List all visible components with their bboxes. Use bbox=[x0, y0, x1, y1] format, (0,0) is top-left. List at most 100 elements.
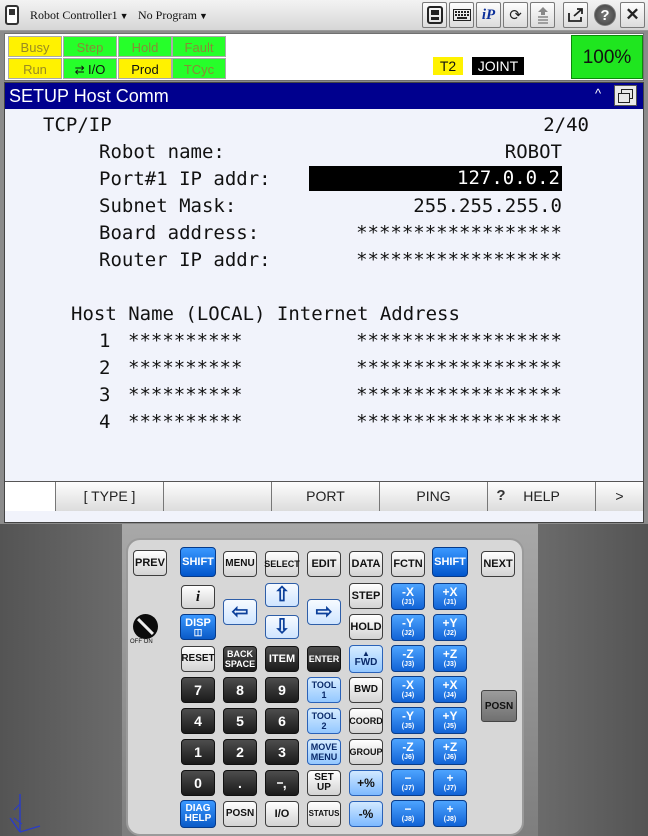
jog-plus-x-j1-key[interactable]: +X (J1) bbox=[433, 583, 467, 610]
host-addr-field[interactable]: ****************** bbox=[309, 330, 562, 352]
speed-up-key[interactable]: +% bbox=[349, 770, 383, 796]
enter-key[interactable]: ENTER bbox=[307, 646, 341, 672]
controller-selector[interactable]: Robot Controller1 ▼ bbox=[30, 8, 129, 23]
key-8[interactable]: 8 bbox=[223, 677, 257, 703]
fkey-port[interactable]: PORT bbox=[271, 482, 379, 511]
key-0[interactable]: 0 bbox=[181, 770, 215, 796]
key-7[interactable]: 7 bbox=[181, 677, 215, 703]
key-3[interactable]: 3 bbox=[265, 739, 299, 765]
item-key[interactable]: ITEM bbox=[265, 646, 299, 672]
caret-up-icon[interactable]: ^ bbox=[595, 86, 601, 101]
jog-plus-y-j2-key[interactable]: +Y (J2) bbox=[433, 614, 467, 641]
fkey-f2[interactable] bbox=[163, 482, 271, 511]
jog-minus-j7-key[interactable]: − (J7) bbox=[391, 769, 425, 796]
tool2-key[interactable]: TOOL 2 bbox=[307, 708, 341, 734]
window-maximize-icon[interactable] bbox=[614, 85, 637, 106]
fwd-key[interactable]: ▲ FWD bbox=[349, 645, 383, 673]
board-address-field[interactable]: ****************** bbox=[309, 222, 562, 244]
disp-key[interactable]: DISP ◫ bbox=[180, 614, 216, 640]
jog-plus-j8-key[interactable]: + (J8) bbox=[433, 800, 467, 827]
keyboard-button[interactable] bbox=[449, 2, 474, 28]
shift-key-left[interactable]: SHIFT bbox=[180, 547, 216, 577]
fkey-ping[interactable]: PING bbox=[379, 482, 487, 511]
close-button[interactable]: ✕ bbox=[620, 2, 645, 28]
key-4[interactable]: 4 bbox=[181, 708, 215, 734]
step-key[interactable]: STEP bbox=[349, 583, 383, 609]
key-dot[interactable]: . bbox=[223, 770, 257, 796]
data-key[interactable]: DATA bbox=[349, 551, 383, 577]
jog-minus-z-j3-key[interactable]: -Z (J3) bbox=[391, 645, 425, 672]
port1-ip-field[interactable]: 127.0.0.2 bbox=[309, 166, 562, 191]
export-button[interactable] bbox=[563, 2, 588, 28]
jog-plus-rx-j4-key[interactable]: +X (J4) bbox=[433, 676, 467, 703]
info-key[interactable]: i bbox=[181, 585, 215, 609]
setup-key[interactable]: SET UP bbox=[307, 770, 341, 796]
tool1-key[interactable]: TOOL 1 bbox=[307, 677, 341, 703]
program-selector[interactable]: No Program ▼ bbox=[138, 8, 208, 23]
fctn-key[interactable]: FCTN bbox=[391, 551, 425, 577]
diag-help-key[interactable]: DIAG HELP bbox=[180, 800, 216, 828]
host-name-field[interactable]: ********** bbox=[128, 384, 242, 406]
key-1[interactable]: 1 bbox=[181, 739, 215, 765]
jog-minus-j8-key[interactable]: − (J8) bbox=[391, 800, 425, 827]
help-button[interactable]: ? bbox=[594, 4, 616, 26]
key-comma[interactable]: ⎯, bbox=[265, 770, 299, 796]
group-key[interactable]: GROUP bbox=[349, 739, 383, 765]
jog-plus-j7-key[interactable]: + (J7) bbox=[433, 769, 467, 796]
jog-minus-ry-j5-key[interactable]: -Y (J5) bbox=[391, 707, 425, 734]
posn-key[interactable]: POSN bbox=[223, 801, 257, 827]
refresh-button[interactable]: ⟳ bbox=[503, 2, 528, 28]
jog-plus-rz-j6-key[interactable]: +Z (J6) bbox=[433, 738, 467, 765]
shift-key-right[interactable]: SHIFT bbox=[432, 547, 468, 577]
jog-minus-x-j1-key[interactable]: -X (J1) bbox=[391, 583, 425, 610]
jog-minus-y-j2-key[interactable]: -Y (J2) bbox=[391, 614, 425, 641]
backspace-key[interactable]: BACK SPACE bbox=[223, 646, 257, 672]
status-key[interactable]: STATUS bbox=[307, 801, 341, 827]
arrow-down-key[interactable]: ⇩ bbox=[265, 615, 299, 639]
jog-plus-ry-j5-key[interactable]: +Y (J5) bbox=[433, 707, 467, 734]
jog-minus-rz-j6-key[interactable]: -Z (J6) bbox=[391, 738, 425, 765]
maintenance-button[interactable] bbox=[530, 2, 555, 28]
jog-label: -Y bbox=[402, 616, 414, 630]
speed-down-key[interactable]: -% bbox=[349, 801, 383, 827]
fkey-help[interactable]: ? HELP bbox=[487, 482, 595, 511]
host-name-field[interactable]: ********** bbox=[128, 330, 242, 352]
move-menu-key[interactable]: MOVE MENU bbox=[307, 739, 341, 765]
edit-key[interactable]: EDIT bbox=[307, 551, 341, 577]
jog-plus-z-j3-key[interactable]: +Z (J3) bbox=[433, 645, 467, 672]
coord-key[interactable]: COORD bbox=[349, 708, 383, 734]
arrow-up-key[interactable]: ⇧ bbox=[265, 583, 299, 607]
jog-label: + bbox=[446, 802, 454, 816]
host-name-field[interactable]: ********** bbox=[128, 357, 242, 379]
robot-name-field[interactable]: ROBOT bbox=[309, 141, 562, 163]
host-addr-field[interactable]: ****************** bbox=[309, 357, 562, 379]
jog-minus-rx-j4-key[interactable]: -X (J4) bbox=[391, 676, 425, 703]
host-addr-field[interactable]: ****************** bbox=[309, 384, 562, 406]
next-key[interactable]: NEXT bbox=[481, 551, 515, 577]
bwd-key[interactable]: BWD bbox=[349, 677, 383, 703]
subnet-mask-field[interactable]: 255.255.255.0 bbox=[309, 195, 562, 217]
menu-key[interactable]: MENU bbox=[223, 551, 257, 577]
io-key[interactable]: I/O bbox=[265, 801, 299, 827]
key-9[interactable]: 9 bbox=[265, 677, 299, 703]
posn-side-button[interactable]: POSN bbox=[481, 690, 517, 722]
prev-key[interactable]: PREV bbox=[133, 550, 167, 576]
keyboard-toggle-button[interactable] bbox=[422, 2, 447, 28]
arrow-right-key[interactable]: ⇨ bbox=[307, 599, 341, 625]
jog-axis: (J8) bbox=[443, 816, 457, 823]
hold-key[interactable]: HOLD bbox=[349, 614, 383, 640]
move-menu-label-1: MOVE bbox=[310, 742, 338, 752]
key-6[interactable]: 6 bbox=[265, 708, 299, 734]
key-2[interactable]: 2 bbox=[223, 739, 257, 765]
fkey-next[interactable]: > bbox=[595, 482, 643, 511]
host-addr-field[interactable]: ****************** bbox=[309, 411, 562, 433]
fkey-type[interactable]: [ TYPE ] bbox=[55, 482, 163, 511]
router-ip-field[interactable]: ****************** bbox=[309, 249, 562, 271]
reset-key[interactable]: RESET bbox=[181, 646, 215, 672]
key-5[interactable]: 5 bbox=[223, 708, 257, 734]
host-name-field[interactable]: ********** bbox=[128, 411, 242, 433]
ip-button[interactable]: iP bbox=[476, 2, 501, 28]
arrow-left-key[interactable]: ⇦ bbox=[223, 599, 257, 625]
teach-enable-switch[interactable]: OFF ON bbox=[128, 612, 166, 648]
select-key[interactable]: SELECT bbox=[264, 551, 300, 577]
